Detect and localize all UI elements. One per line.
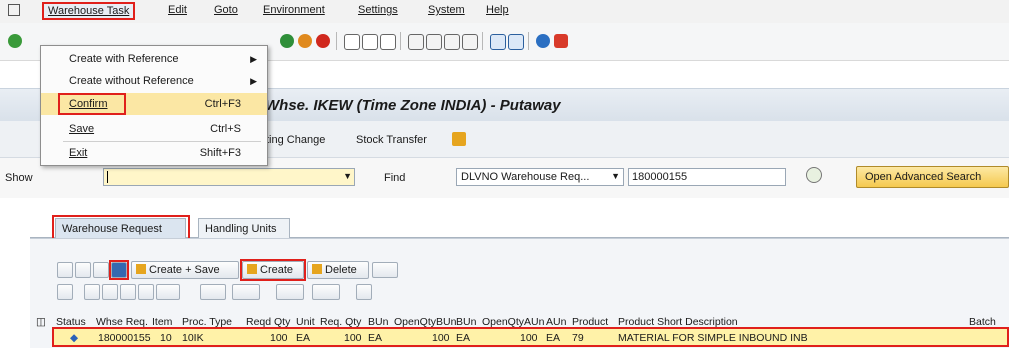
execute-search-icon[interactable]: [806, 167, 822, 183]
menu-item-save[interactable]: Save Ctrl+S: [41, 118, 267, 140]
menu-item-create-with-reference[interactable]: Create with Reference ▶: [41, 48, 267, 70]
details-icon[interactable]: [93, 262, 109, 278]
dropdown-arrow-icon[interactable]: ▼: [611, 171, 620, 181]
submenu-arrow-icon: ▶: [250, 76, 257, 86]
sum-icon[interactable]: [200, 284, 226, 300]
find-in-grid-icon[interactable]: [120, 284, 136, 300]
warehouse-task-menu: Create with Reference ▶ Create without R…: [40, 45, 268, 166]
menu-bar: Warehouse Task Edit Goto Environment Set…: [0, 0, 1009, 24]
enter-icon[interactable]: [8, 34, 22, 48]
submenu-arrow-icon: ▶: [250, 54, 257, 64]
open-advanced-search-button[interactable]: Open Advanced Search: [856, 166, 1009, 188]
menu-item-create-without-reference[interactable]: Create without Reference ▶: [41, 70, 267, 92]
highlight-box: [52, 327, 1009, 347]
menu-edit[interactable]: Edit: [168, 4, 187, 16]
create-save-icon: [136, 264, 146, 274]
tab-handling-units[interactable]: Handling Units: [198, 218, 290, 238]
last-page-icon[interactable]: [462, 34, 478, 50]
toolbar-separator: [482, 32, 483, 50]
more-functions-icon[interactable]: [372, 262, 398, 278]
highlight-box: [58, 93, 126, 115]
menu-settings[interactable]: Settings: [358, 4, 398, 16]
help-icon[interactable]: [536, 34, 550, 48]
show-select[interactable]: ▼: [103, 168, 355, 186]
find-value: 180000155: [632, 171, 688, 183]
toolbar-separator: [336, 32, 337, 50]
text-cursor: [107, 171, 108, 183]
layout-menu-icon[interactable]: [554, 34, 568, 48]
graphic-icon[interactable]: [356, 284, 372, 300]
menu-help[interactable]: Help: [486, 4, 509, 16]
window-menu-icon[interactable]: [8, 4, 20, 16]
export-icon[interactable]: [276, 284, 304, 300]
scroll-up-icon[interactable]: [57, 262, 73, 278]
toolbar-separator: [400, 32, 401, 50]
filter-icon[interactable]: [156, 284, 180, 300]
dropdown-arrow-icon[interactable]: ▼: [343, 171, 352, 181]
menu-environment[interactable]: Environment: [263, 4, 325, 16]
layout-icon[interactable]: [312, 284, 340, 300]
print-icon[interactable]: [344, 34, 360, 50]
previous-page-icon[interactable]: [426, 34, 442, 50]
grid-details-icon[interactable]: [57, 284, 73, 300]
menu-goto[interactable]: Goto: [214, 4, 238, 16]
new-session-icon[interactable]: [490, 34, 506, 50]
stock-transfer-button[interactable]: Stock Transfer: [356, 134, 427, 146]
scroll-down-icon[interactable]: [75, 262, 91, 278]
delete-button[interactable]: Delete: [307, 261, 369, 279]
show-label: Show: [5, 172, 33, 184]
find-label: Find: [384, 172, 406, 184]
menu-item-exit[interactable]: Exit Shift+F3: [41, 142, 267, 164]
find-icon[interactable]: [362, 34, 378, 50]
find-next-icon[interactable]: [380, 34, 396, 50]
back-icon[interactable]: [280, 34, 294, 48]
menu-system[interactable]: System: [428, 4, 465, 16]
settings-icon[interactable]: [452, 132, 466, 146]
column-select-icon[interactable]: ◫: [36, 316, 46, 328]
create-save-button[interactable]: Create + Save: [131, 261, 239, 279]
sort-ascending-icon[interactable]: [84, 284, 100, 300]
find-field-value: DLVNO Warehouse Req...: [461, 171, 590, 183]
next-page-icon[interactable]: [444, 34, 460, 50]
toggle-change-button[interactable]: ting Change: [266, 134, 325, 146]
page-title: Whse. IKEW (Time Zone INDIA) - Putaway: [265, 97, 561, 114]
find-value-input[interactable]: 180000155: [628, 168, 786, 186]
find-field-select[interactable]: DLVNO Warehouse Req... ▼: [456, 168, 624, 186]
exit-icon[interactable]: [298, 34, 312, 48]
find-next-in-grid-icon[interactable]: [138, 284, 154, 300]
highlight-box: [109, 260, 129, 280]
delete-icon: [312, 264, 322, 274]
menu-warehouse-task[interactable]: Warehouse Task: [42, 2, 136, 20]
shortcut-icon[interactable]: [508, 34, 524, 50]
first-page-icon[interactable]: [408, 34, 424, 50]
toolbar-separator: [528, 32, 529, 50]
subtotal-icon[interactable]: [232, 284, 260, 300]
highlight-box: [240, 259, 306, 281]
cancel-icon[interactable]: [316, 34, 330, 48]
sort-descending-icon[interactable]: [102, 284, 118, 300]
